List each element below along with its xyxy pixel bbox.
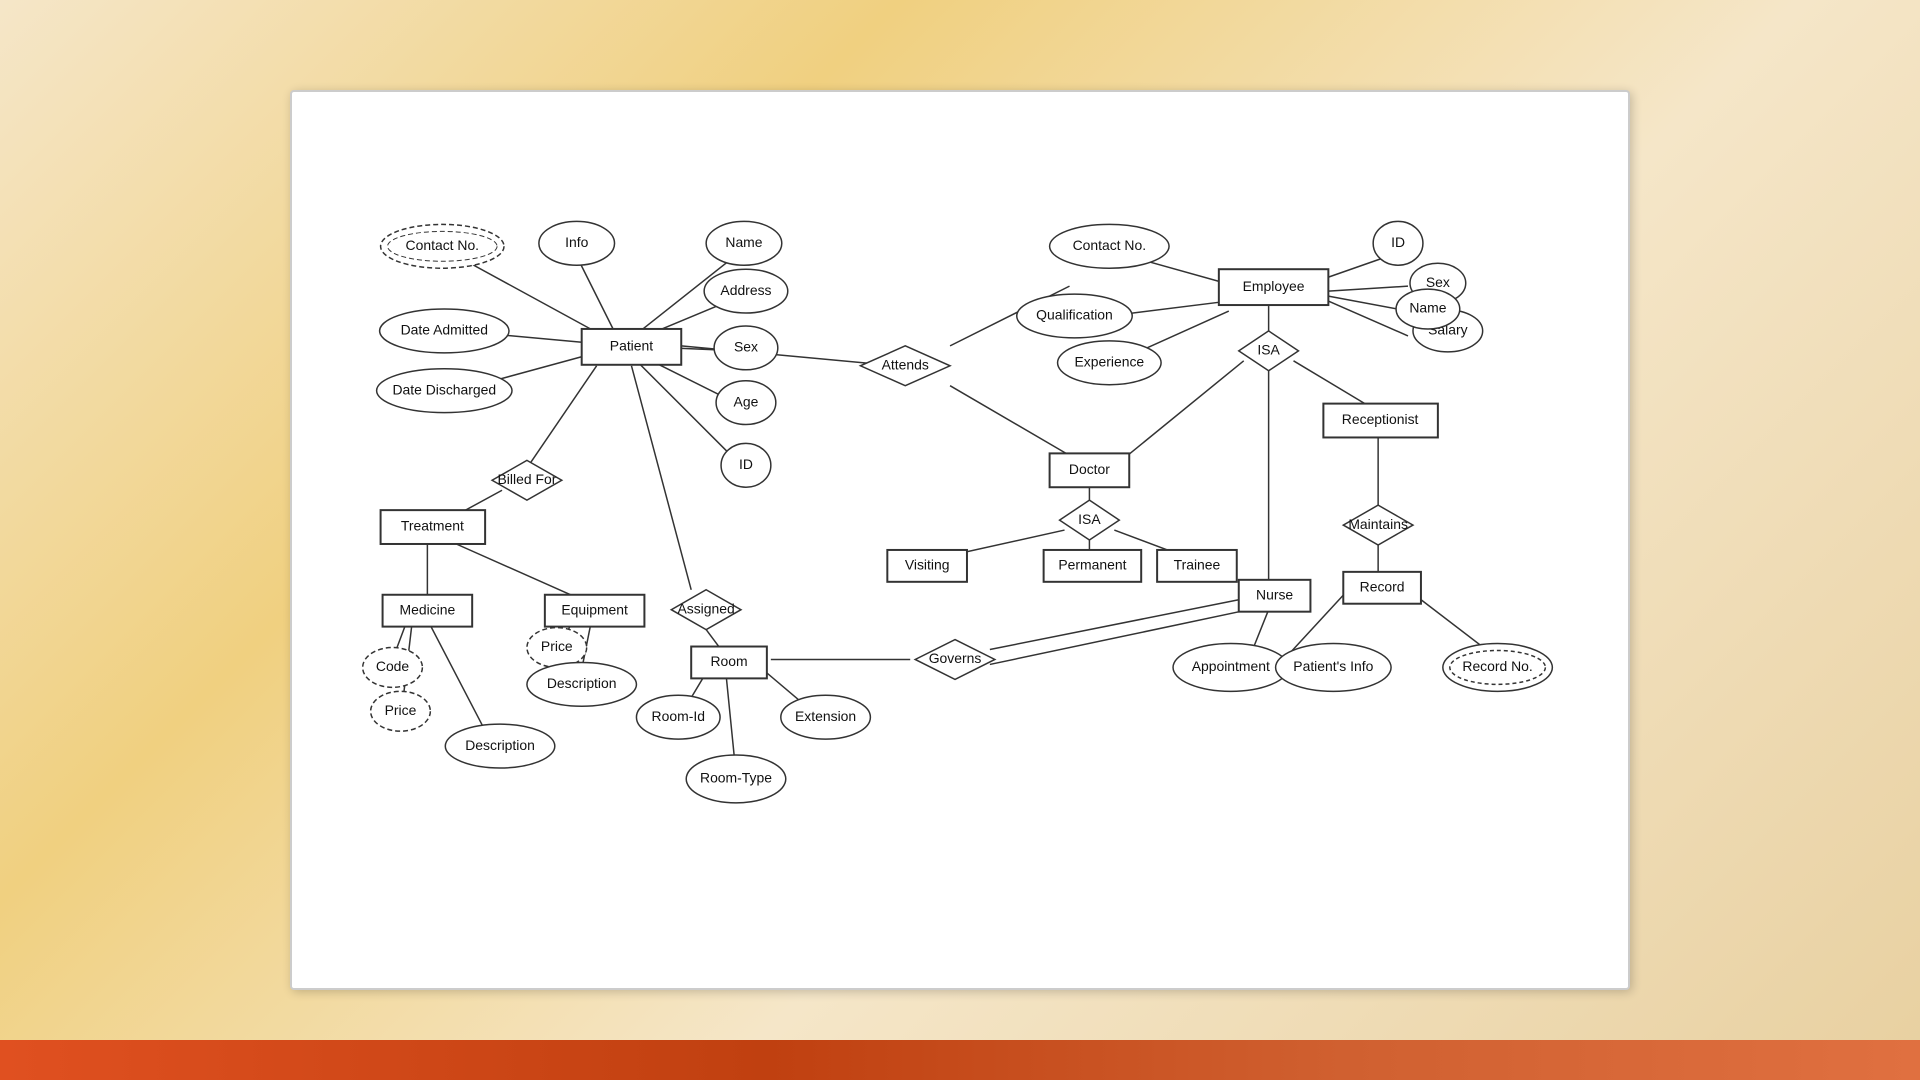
room-label: Room: [710, 653, 747, 669]
id-patient-label: ID: [739, 456, 753, 472]
attends-label: Attends: [882, 356, 929, 372]
sex-patient-label: Sex: [734, 339, 758, 355]
isa-doctor-relationship: ISA: [1060, 500, 1120, 540]
patients-info-attr: Patient's Info: [1276, 644, 1391, 692]
date-discharged-label: Date Discharged: [392, 381, 496, 397]
name-patient-label: Name: [725, 234, 762, 250]
doctor-entity: Doctor: [1050, 453, 1130, 487]
date-discharged-attr: Date Discharged: [377, 369, 512, 413]
employee-label: Employee: [1243, 278, 1305, 294]
isa-employee-label: ISA: [1257, 342, 1280, 358]
patients-info-label: Patient's Info: [1293, 658, 1373, 674]
sex-patient-attr: Sex: [714, 326, 778, 370]
patient-entity: Patient: [582, 329, 682, 365]
code-label: Code: [376, 658, 410, 674]
date-admitted-label: Date Admitted: [401, 322, 488, 338]
permanent-label: Permanent: [1058, 557, 1126, 573]
billed-for-relationship: Billed For: [492, 460, 562, 500]
isa-doctor-label: ISA: [1078, 511, 1101, 527]
isa-employee-relationship: ISA: [1239, 331, 1299, 371]
description-equipment-label: Description: [547, 675, 617, 691]
treatment-entity: Treatment: [381, 510, 486, 544]
equipment-label: Equipment: [561, 601, 628, 617]
price-equipment-attr: Price: [527, 628, 587, 668]
medicine-label: Medicine: [400, 601, 456, 617]
room-id-attr: Room-Id: [636, 695, 720, 739]
assigned-label: Assigned: [677, 600, 734, 616]
nurse-label: Nurse: [1256, 586, 1293, 602]
visiting-label: Visiting: [905, 557, 950, 573]
permanent-entity: Permanent: [1044, 550, 1142, 582]
contact-no-patient-attr: Contact No.: [381, 224, 504, 268]
appointment-label: Appointment: [1192, 658, 1270, 674]
governs-label: Governs: [929, 650, 982, 666]
id-patient-attr: ID: [721, 443, 771, 487]
room-entity: Room: [691, 647, 767, 679]
name-patient-attr: Name: [706, 221, 782, 265]
price-equipment-label: Price: [541, 638, 573, 654]
appointment-attr: Appointment: [1173, 644, 1288, 692]
room-type-attr: Room-Type: [686, 755, 786, 803]
patient-label: Patient: [610, 338, 653, 354]
trainee-entity: Trainee: [1157, 550, 1237, 582]
name-employee-attr: Name: [1396, 289, 1460, 329]
governs-relationship: Governs: [915, 640, 995, 680]
age-attr: Age: [716, 381, 776, 425]
treatment-label: Treatment: [401, 518, 464, 534]
contact-no-employee-attr: Contact No.: [1050, 224, 1169, 268]
assigned-relationship: Assigned: [671, 590, 741, 630]
description-medicine-attr: Description: [445, 724, 555, 768]
id-employee-attr: ID: [1373, 221, 1423, 265]
date-admitted-attr: Date Admitted: [380, 309, 509, 353]
attends-relationship: Attends: [860, 346, 950, 386]
nurse-entity: Nurse: [1239, 580, 1311, 612]
contact-no-employee-label: Contact No.: [1073, 237, 1147, 253]
record-no-label: Record No.: [1462, 658, 1532, 674]
employee-entity: Employee: [1219, 269, 1329, 305]
room-type-label: Room-Type: [700, 770, 772, 786]
trainee-label: Trainee: [1174, 557, 1221, 573]
equipment-entity: Equipment: [545, 595, 645, 627]
contact-no-patient-label: Contact No.: [406, 237, 480, 253]
record-label: Record: [1360, 578, 1405, 594]
room-id-label: Room-Id: [652, 708, 705, 724]
price-medicine-attr: Price: [371, 691, 431, 731]
address-attr: Address: [704, 269, 788, 313]
price-medicine-label: Price: [385, 702, 417, 718]
maintains-label: Maintains: [1348, 516, 1408, 532]
experience-attr: Experience: [1058, 341, 1162, 385]
info-label: Info: [565, 234, 588, 250]
extension-attr: Extension: [781, 695, 871, 739]
receptionist-entity: Receptionist: [1323, 404, 1437, 438]
description-medicine-label: Description: [465, 737, 535, 753]
sex-employee-label: Sex: [1426, 274, 1450, 290]
description-equipment-attr: Description: [527, 662, 637, 706]
qualification-label: Qualification: [1036, 307, 1113, 323]
info-attr: Info: [539, 221, 615, 265]
experience-label: Experience: [1075, 353, 1145, 369]
id-employee-label: ID: [1391, 234, 1405, 250]
record-no-attr: Record No.: [1443, 644, 1553, 692]
medicine-entity: Medicine: [383, 595, 473, 627]
record-entity: Record: [1343, 572, 1421, 604]
billed-for-label: Billed For: [498, 471, 557, 487]
age-label: Age: [734, 393, 759, 409]
address-label: Address: [720, 282, 771, 298]
maintains-relationship: Maintains: [1343, 505, 1413, 545]
extension-label: Extension: [795, 708, 856, 724]
doctor-label: Doctor: [1069, 461, 1110, 477]
code-attr: Code: [363, 648, 423, 688]
receptionist-label: Receptionist: [1342, 411, 1419, 427]
qualification-attr: Qualification: [1017, 294, 1132, 338]
visiting-entity: Visiting: [887, 550, 967, 582]
er-diagram: Patient Doctor Employee Nurse Receptioni…: [290, 90, 1630, 990]
name-employee-label: Name: [1409, 300, 1446, 316]
